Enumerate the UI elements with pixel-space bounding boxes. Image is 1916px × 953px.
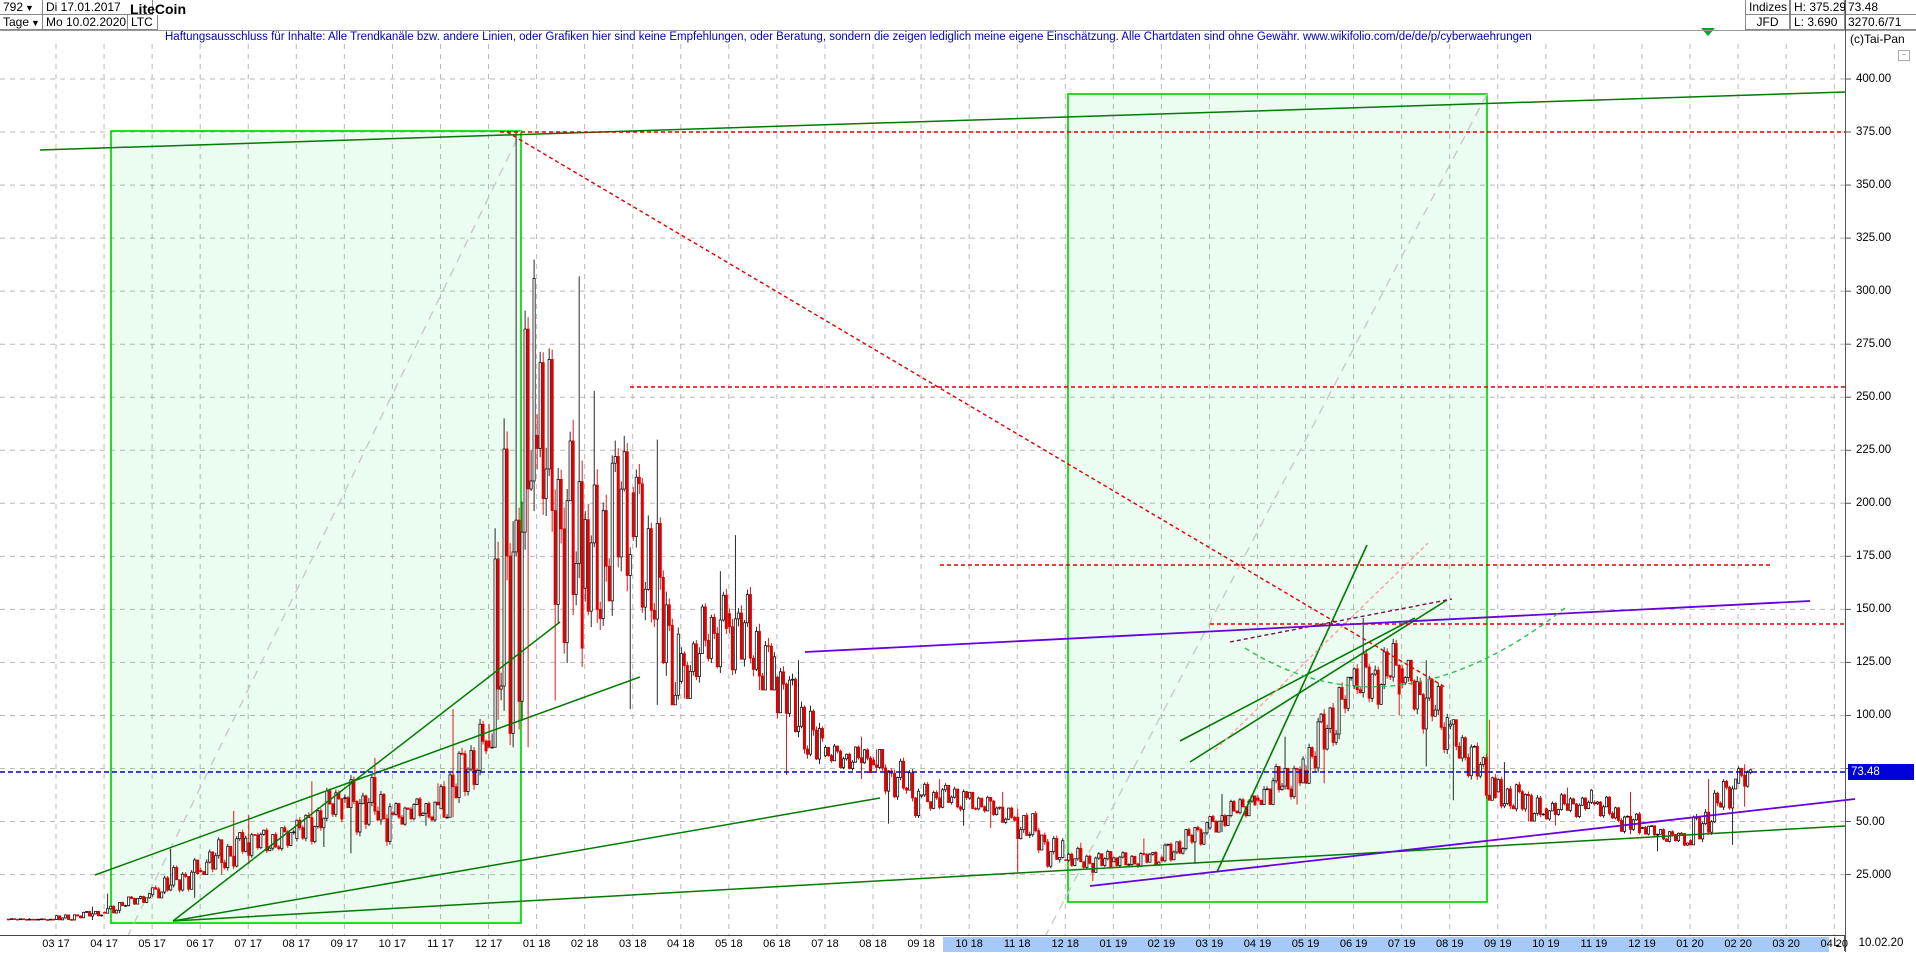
month-label: 12 18: [1051, 938, 1080, 950]
month-label: 02 20: [1724, 938, 1752, 950]
high-value: H: 375.29: [1790, 0, 1846, 15]
month-label: 07 18: [811, 938, 839, 950]
trend-box-2017: [110, 130, 522, 924]
month-label: 10 19: [1532, 938, 1560, 950]
month-label: 02 19: [1147, 938, 1176, 950]
chevron-down-icon: ▼: [25, 3, 34, 13]
month-label: 07 17: [234, 938, 262, 950]
month-label: 04 18: [667, 938, 695, 950]
month-label: 07 19: [1387, 938, 1416, 950]
price-label: 250.00: [1856, 391, 1892, 404]
month-label: 11 17: [427, 938, 454, 950]
broker-label: JFD: [1745, 15, 1790, 30]
month-label: 01 20: [1676, 938, 1704, 950]
volume-value: 3270.6/71: [1845, 15, 1916, 30]
month-label: 11 18: [1003, 938, 1031, 950]
period-value: Tage: [3, 15, 30, 29]
indices-label: Indizes: [1745, 0, 1790, 15]
month-label: 06 19: [1339, 938, 1368, 950]
x-axis[interactable]: 03 17 04 17 05 17 06 17 07 17 08 17 09 17 10 17…: [0, 935, 1848, 953]
price-label: 275.00: [1856, 338, 1892, 351]
month-label: 01 18: [522, 938, 551, 950]
month-label: 03 18: [618, 938, 647, 950]
bars-count-value: 792: [3, 0, 24, 14]
price-label: 325.00: [1856, 232, 1892, 245]
taipan-brand: (c)Tai-Pan: [1850, 32, 1905, 46]
month-label: 03 17: [42, 938, 70, 950]
month-label: 09 18: [907, 938, 935, 950]
price-label: 25.000: [1856, 868, 1892, 881]
low-value: L: 3.690: [1790, 15, 1845, 30]
date-to-field[interactable]: Mo 10.02.2020: [43, 15, 128, 30]
axis-corner-date: 10.02.20: [1858, 937, 1904, 949]
month-label: 11 19: [1580, 938, 1608, 950]
chevron-down-icon: ▼: [31, 18, 40, 28]
month-label: 05 17: [138, 938, 166, 950]
price-label: 100.00: [1856, 709, 1892, 722]
taipan-chart-window: { "header": { "bars_count": "792", "date…: [0, 0, 1916, 953]
month-label: 10 18: [955, 938, 983, 950]
month-label: 08 18: [859, 938, 887, 950]
price-label: 50.00: [1856, 815, 1885, 828]
bars-count-dropdown[interactable]: 792 ▼: [0, 0, 43, 15]
month-label: 09 19: [1484, 938, 1512, 950]
month-label: 09 17: [330, 938, 359, 950]
price-label: 400.00: [1856, 73, 1892, 85]
top-resistance: [39, 91, 1846, 151]
price-label: 300.00: [1856, 285, 1892, 298]
price-label: 175.00: [1856, 550, 1892, 563]
trend-boxes: [110, 93, 1488, 924]
symbol-cell[interactable]: LTC: [128, 15, 158, 30]
price-label: 150.00: [1856, 603, 1892, 616]
month-label: 03 19: [1195, 938, 1224, 950]
price-label: 200.00: [1856, 497, 1892, 510]
month-label: 02 18: [570, 938, 599, 950]
month-label: 03 20: [1772, 938, 1800, 950]
month-label: 08 19: [1435, 938, 1464, 950]
price-chart[interactable]: [0, 0, 1916, 952]
month-label: 04 17: [90, 938, 118, 950]
disclaimer-text: Haftungsausschluss für Inhalte: Alle Tre…: [165, 31, 1532, 43]
price-label: 350.00: [1856, 179, 1892, 192]
minimize-icon[interactable]: −: [1898, 50, 1910, 61]
month-label: 12 19: [1628, 938, 1656, 950]
month-label: 08 17: [282, 938, 311, 950]
month-label: 06 18: [763, 938, 791, 950]
month-label: 12 17: [474, 938, 503, 950]
axis-divider: [1845, 0, 1846, 952]
price-label: 125.00: [1856, 656, 1892, 669]
instrument-title: LiteCoin: [130, 1, 186, 17]
last-bar-label: L: [1829, 936, 1845, 951]
last-value: 73.48: [1845, 0, 1916, 15]
price-label: 225.00: [1856, 444, 1892, 457]
month-label: 10 17: [378, 938, 407, 950]
month-label: 04 19: [1243, 938, 1272, 950]
price-label: 375.00: [1856, 126, 1892, 139]
month-label: 06 17: [186, 938, 214, 950]
month-label: 01 19: [1099, 938, 1128, 950]
current-price-tag: 73.48: [1848, 763, 1914, 780]
month-label: 05 19: [1291, 938, 1320, 950]
period-dropdown[interactable]: Tage ▼: [0, 15, 43, 30]
month-label: 05 18: [715, 938, 743, 950]
